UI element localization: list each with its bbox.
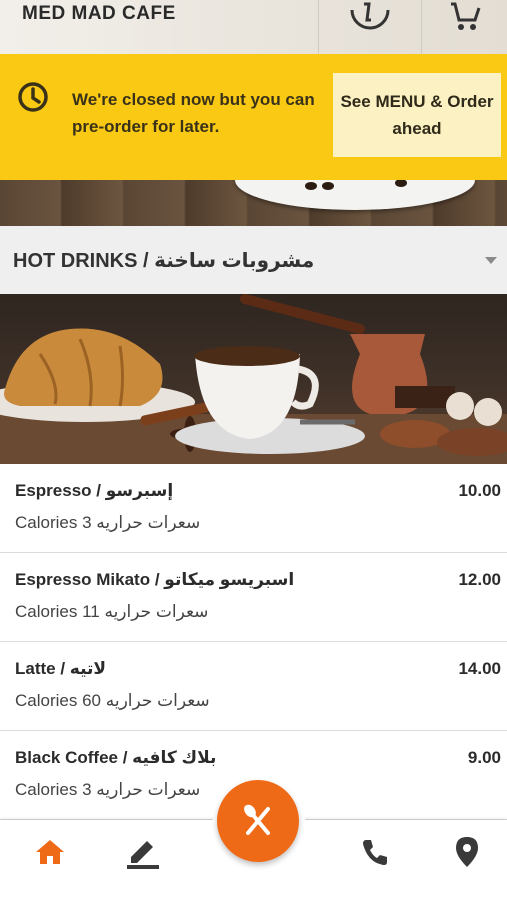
menu-fab-button[interactable] <box>217 780 299 862</box>
nav-location[interactable] <box>435 820 499 884</box>
menu-icon <box>244 804 270 835</box>
item-price: 14.00 <box>458 659 501 678</box>
menu-item[interactable]: Espresso / إسبرسو 10.00 Calories 3 سعرات… <box>0 464 507 553</box>
item-price: 10.00 <box>458 481 501 500</box>
item-calories: Calories 60 سعرات حراريه <box>15 691 210 710</box>
cart-button[interactable] <box>422 0 507 54</box>
menu-item[interactable]: Latte / لاتيه 14.00 Calories 60 سعرات حر… <box>0 642 507 731</box>
home-icon <box>36 840 64 864</box>
cart-icon <box>450 2 480 30</box>
info-icon <box>350 2 390 30</box>
item-price: 12.00 <box>458 570 501 589</box>
chevron-down-icon <box>485 257 497 264</box>
menu-list: Espresso / إسبرسو 10.00 Calories 3 سعرات… <box>0 464 507 820</box>
item-name: Espresso Mikato / اسبريسو ميكاتو <box>15 570 295 589</box>
coffee-photo-illustration <box>0 294 507 464</box>
item-name: Espresso / إسبرسو <box>15 481 174 500</box>
location-icon <box>456 837 478 867</box>
category-header[interactable]: HOT DRINKS / مشروبات ساخنة <box>0 226 507 294</box>
item-calories: Calories 11 سعرات حراريه <box>15 602 209 621</box>
category-photo <box>0 294 507 464</box>
edit-icon <box>127 841 159 869</box>
info-button[interactable] <box>319 0 421 54</box>
clock-icon <box>18 82 48 112</box>
closed-notice-banner: We're closed now but you can pre-order f… <box>0 54 507 180</box>
brand-name: MED MAD CAFE <box>22 3 176 24</box>
item-calories: Calories 3 سعرات حراريه <box>15 780 201 799</box>
nav-home[interactable] <box>18 820 82 884</box>
item-calories: Calories 3 سعرات حراريه <box>15 513 201 532</box>
plate-image <box>235 180 475 210</box>
closed-message: We're closed now but you can pre-order f… <box>72 90 315 136</box>
coffee-bean <box>305 182 317 190</box>
phone-icon <box>363 840 387 865</box>
nav-edit[interactable] <box>111 820 175 884</box>
nav-call[interactable] <box>343 820 407 884</box>
item-price: 9.00 <box>467 748 501 767</box>
item-name: Black Coffee / بلاك كافيه <box>15 748 217 767</box>
app-header: MED MAD CAFE <box>0 0 507 54</box>
menu-item[interactable]: Espresso Mikato / اسبريسو ميكاتو 12.00 C… <box>0 553 507 642</box>
order-ahead-button[interactable]: See MENU & Order ahead <box>333 73 501 157</box>
coffee-bean <box>322 182 334 190</box>
item-name: Latte / لاتيه <box>15 659 107 678</box>
table-photo <box>0 180 507 226</box>
category-title: HOT DRINKS / مشروبات ساخنة <box>13 249 315 272</box>
